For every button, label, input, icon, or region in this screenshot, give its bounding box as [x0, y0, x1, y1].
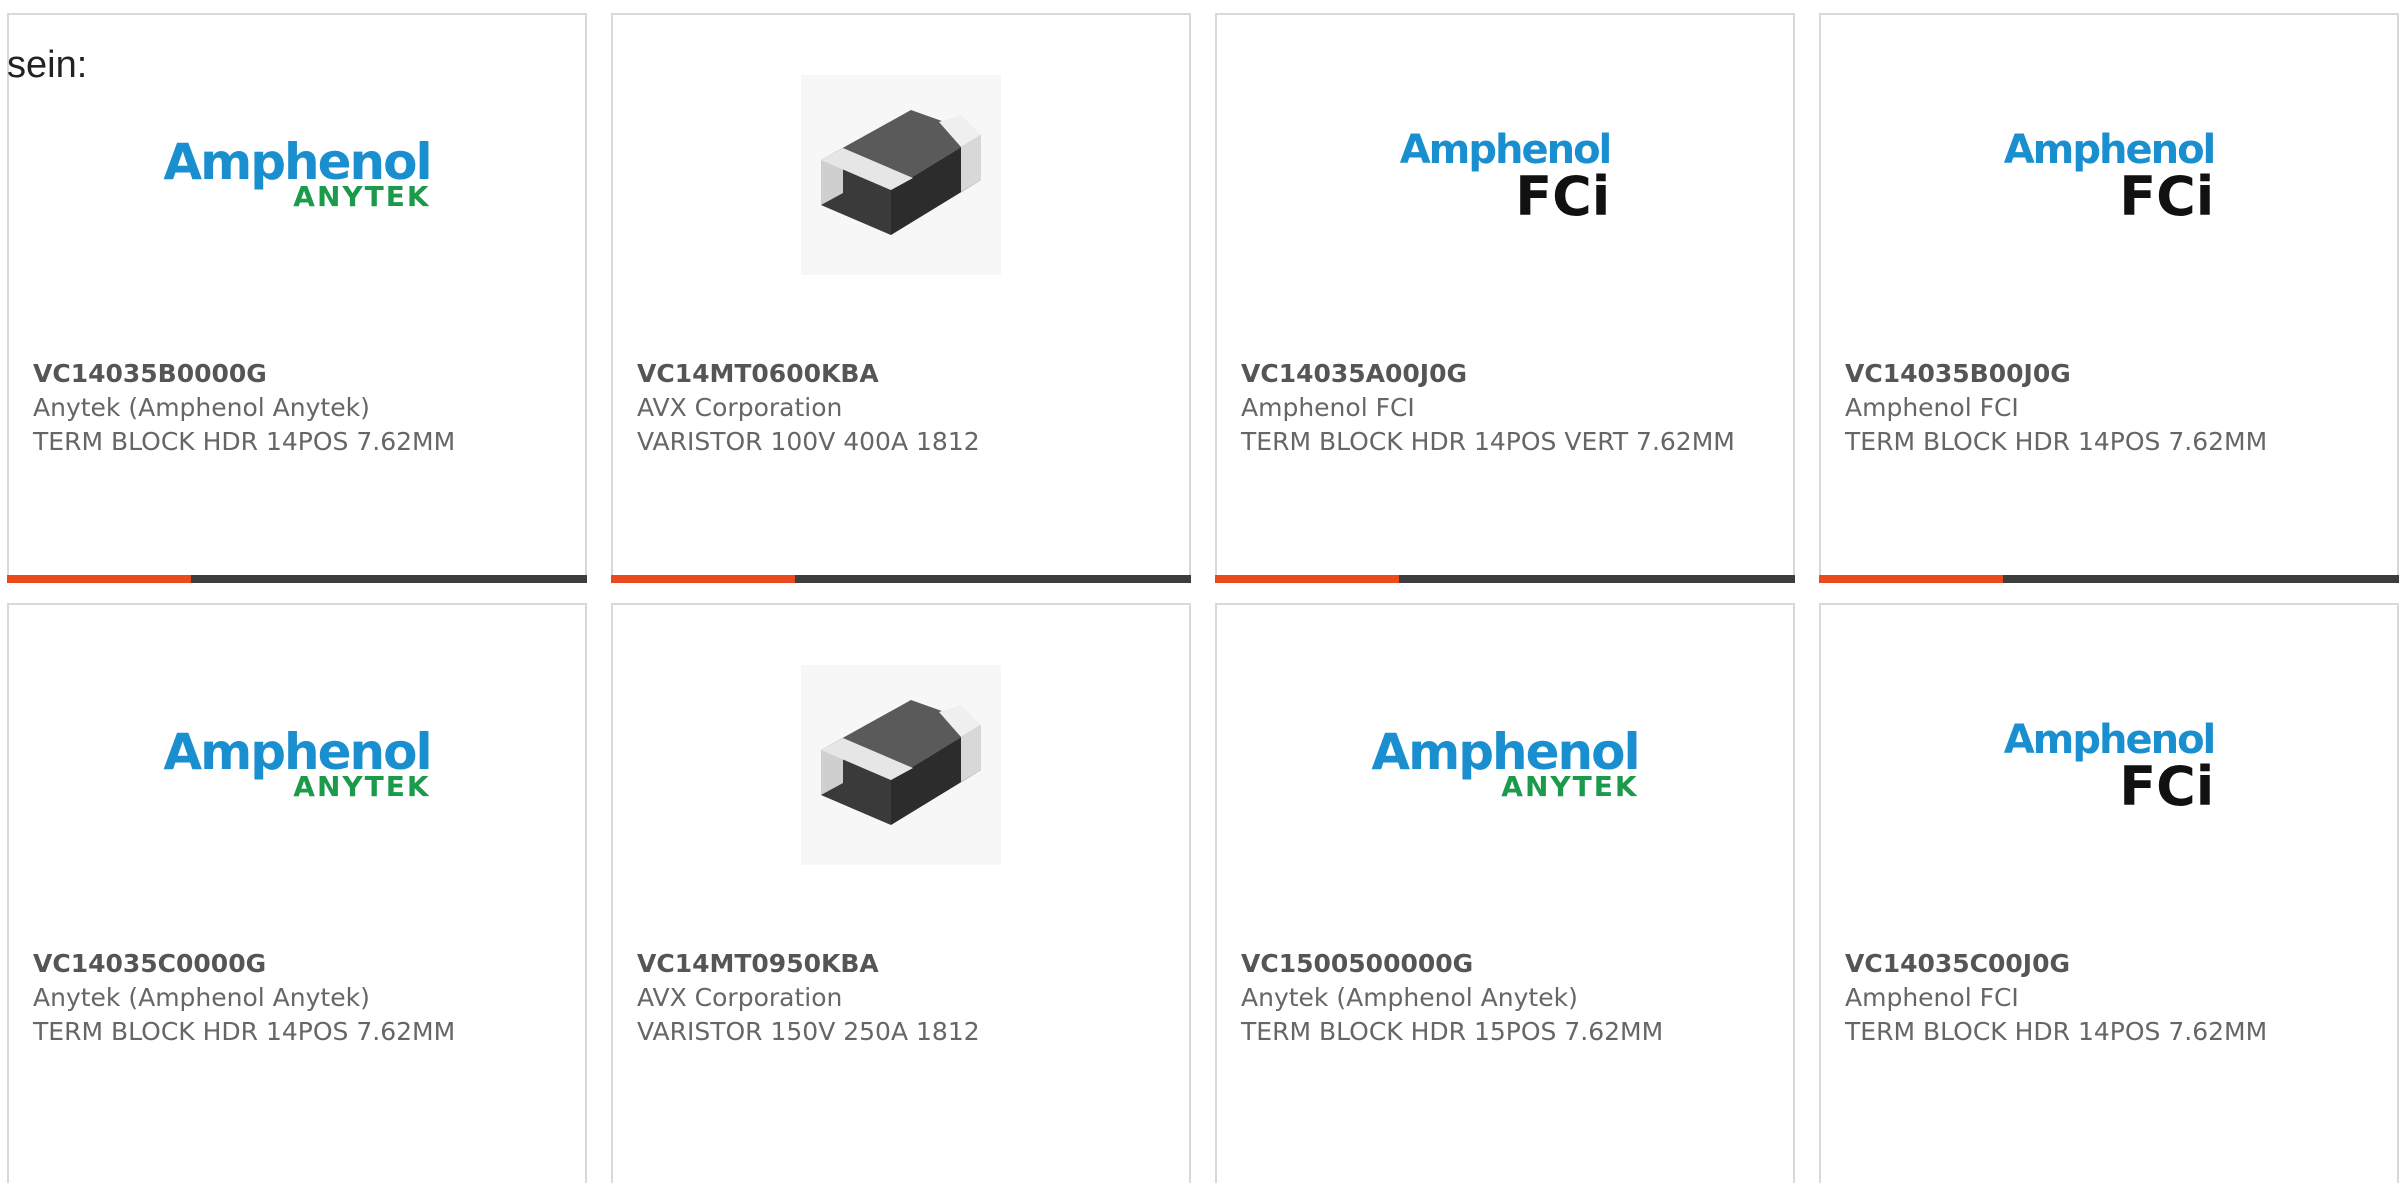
product-card[interactable]: Amphenol ANYTEK VC14035C0000G Anytek (Am…: [7, 603, 587, 1183]
description: TERM BLOCK HDR 14POS 7.62MM: [1845, 427, 2268, 456]
card-footer-bar: [611, 575, 1191, 583]
description: TERM BLOCK HDR 15POS 7.62MM: [1241, 1017, 1664, 1046]
description: TERM BLOCK HDR 14POS 7.62MM: [1845, 1017, 2268, 1046]
product-card[interactable]: Amphenol ANYTEK VC1500500000G Anytek (Am…: [1215, 603, 1795, 1183]
intro-text: sein:: [7, 44, 88, 86]
amphenol-anytek-logo: Amphenol ANYTEK: [163, 723, 432, 803]
product-image[interactable]: Amphenol ANYTEK: [1217, 665, 1793, 865]
product-card[interactable]: Amphenol ANYTEK VC14035B0000G Anytek (Am…: [7, 13, 587, 583]
product-image[interactable]: Amphenol ANYTEK: [9, 665, 585, 865]
manufacturer: Amphenol FCI: [1845, 393, 2019, 422]
product-card[interactable]: VC14MT0600KBA AVX Corporation VARISTOR 1…: [611, 13, 1191, 583]
part-number-link[interactable]: VC1500500000G: [1241, 947, 1781, 981]
smd-chip-photo: [801, 75, 1001, 275]
amphenol-fci-logo: Amphenol FCi: [1399, 127, 1613, 228]
part-number-link[interactable]: VC14MT0600KBA: [637, 357, 1177, 391]
card-footer-bar: [7, 575, 587, 583]
product-image[interactable]: Amphenol ANYTEK: [9, 75, 585, 275]
manufacturer: AVX Corporation: [637, 393, 843, 422]
product-image[interactable]: [613, 75, 1189, 275]
part-number-link[interactable]: VC14035C0000G: [33, 947, 573, 981]
part-number-link[interactable]: VC14035B0000G: [33, 357, 573, 391]
description: TERM BLOCK HDR 14POS VERT 7.62MM: [1241, 427, 1735, 456]
part-number-link[interactable]: VC14035B00J0G: [1845, 357, 2385, 391]
manufacturer: Anytek (Amphenol Anytek): [33, 983, 370, 1012]
amphenol-fci-logo: Amphenol FCi: [2003, 127, 2217, 228]
description: TERM BLOCK HDR 14POS 7.62MM: [33, 427, 456, 456]
card-footer-bar: [1215, 575, 1795, 583]
product-card[interactable]: Amphenol FCi VC14035C00J0G Amphenol FCI …: [1819, 603, 2399, 1183]
manufacturer: Amphenol FCI: [1845, 983, 2019, 1012]
product-card[interactable]: Amphenol FCi VC14035B00J0G Amphenol FCI …: [1819, 13, 2399, 583]
amphenol-anytek-logo: Amphenol ANYTEK: [163, 133, 432, 213]
card-footer-bar: [1819, 575, 2399, 583]
amphenol-fci-logo: Amphenol FCi: [2003, 717, 2217, 818]
smd-chip-photo: [801, 665, 1001, 865]
manufacturer: Anytek (Amphenol Anytek): [33, 393, 370, 422]
part-number-link[interactable]: VC14035A00J0G: [1241, 357, 1781, 391]
product-image[interactable]: Amphenol FCi: [1821, 665, 2397, 865]
description: VARISTOR 150V 250A 1812: [637, 1017, 980, 1046]
product-image[interactable]: [613, 665, 1189, 865]
product-image[interactable]: Amphenol FCi: [1821, 75, 2397, 275]
part-number-link[interactable]: VC14MT0950KBA: [637, 947, 1177, 981]
description: VARISTOR 100V 400A 1812: [637, 427, 980, 456]
manufacturer: Anytek (Amphenol Anytek): [1241, 983, 1578, 1012]
manufacturer: AVX Corporation: [637, 983, 843, 1012]
product-card[interactable]: VC14MT0950KBA AVX Corporation VARISTOR 1…: [611, 603, 1191, 1183]
part-number-link[interactable]: VC14035C00J0G: [1845, 947, 2385, 981]
product-card[interactable]: Amphenol FCi VC14035A00J0G Amphenol FCI …: [1215, 13, 1795, 583]
product-grid: Amphenol ANYTEK VC14035B0000G Anytek (Am…: [7, 13, 2399, 1183]
product-image[interactable]: Amphenol FCi: [1217, 75, 1793, 275]
description: TERM BLOCK HDR 14POS 7.62MM: [33, 1017, 456, 1046]
manufacturer: Amphenol FCI: [1241, 393, 1415, 422]
amphenol-anytek-logo: Amphenol ANYTEK: [1371, 723, 1640, 803]
